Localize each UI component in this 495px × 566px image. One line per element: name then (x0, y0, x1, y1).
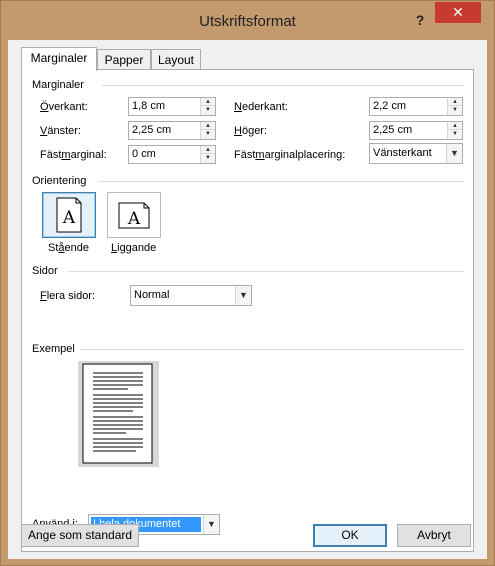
help-button[interactable]: ? (406, 10, 434, 30)
chevron-down-icon[interactable]: ▼ (203, 515, 219, 534)
multiple-pages-select[interactable]: Normal ▼ (130, 285, 252, 306)
spin-up-icon[interactable]: ▲ (448, 122, 462, 130)
section-divider (80, 349, 464, 350)
section-orientering-label: Orientering (32, 175, 87, 187)
bottom-margin-label: Nederkant: (234, 101, 288, 113)
title-bar[interactable]: Utskriftsformat ? ✕ (1, 1, 494, 41)
left-margin-label: Vänster: (40, 125, 81, 137)
right-margin-label: Höger: (234, 125, 268, 137)
section-exempel-label: Exempel (32, 343, 75, 355)
chevron-down-icon[interactable]: ▼ (235, 286, 251, 305)
tab-marginaler[interactable]: Marginaler (21, 47, 97, 71)
gutter-input[interactable]: 0 cm ▲ ▼ (128, 145, 216, 164)
gutter-position-label: Fästmarginalplacering: (234, 149, 346, 161)
landscape-button[interactable]: A (107, 192, 161, 238)
landscape-label[interactable]: Liggande (111, 242, 156, 254)
preview-frame (78, 361, 159, 467)
portrait-button[interactable]: A (42, 192, 96, 238)
bottom-margin-input[interactable]: 2,2 cm ▲ ▼ (369, 97, 463, 116)
top-margin-input[interactable]: 1,8 cm ▲ ▼ (128, 97, 216, 116)
section-divider (68, 271, 464, 272)
portrait-page-icon: A (56, 197, 82, 233)
spin-down-icon[interactable]: ▼ (201, 130, 215, 138)
page-preview-icon (82, 363, 153, 464)
tab-layout[interactable]: Layout (151, 49, 201, 71)
spin-down-icon[interactable]: ▼ (201, 154, 215, 162)
spin-up-icon[interactable]: ▲ (448, 98, 462, 106)
multiple-pages-label: Flera sidor: (40, 290, 96, 302)
left-margin-input[interactable]: 2,25 cm ▲ ▼ (128, 121, 216, 140)
svg-text:A: A (62, 208, 76, 228)
spin-up-icon[interactable]: ▲ (201, 122, 215, 130)
spin-down-icon[interactable]: ▼ (448, 130, 462, 138)
close-button[interactable]: ✕ (435, 2, 481, 23)
tab-papper[interactable]: Papper (97, 49, 151, 71)
close-icon: ✕ (452, 4, 464, 20)
spin-up-icon[interactable]: ▲ (201, 98, 215, 106)
tab-panel: Marginaler Överkant: 1,8 cm ▲ ▼ Nederkant… (21, 69, 474, 552)
portrait-label[interactable]: Stående (48, 242, 89, 254)
chevron-down-icon[interactable]: ▼ (446, 144, 462, 163)
spin-up-icon[interactable]: ▲ (201, 146, 215, 154)
right-margin-input[interactable]: 2,25 cm ▲ ▼ (369, 121, 463, 140)
dialog-window: Utskriftsformat ? ✕ Marginaler Papper La… (0, 0, 495, 566)
section-divider (98, 181, 464, 182)
landscape-page-icon: A (118, 202, 150, 229)
ok-button[interactable]: OK (313, 524, 387, 547)
dialog-client: Marginaler Papper Layout Marginaler Över… (8, 40, 487, 559)
section-marginaler-label: Marginaler (32, 79, 84, 91)
section-sidor-label: Sidor (32, 265, 58, 277)
set-as-default-button[interactable]: Ange som standard (21, 524, 139, 547)
spin-down-icon[interactable]: ▼ (201, 106, 215, 114)
top-margin-label: Överkant: (40, 101, 88, 113)
svg-text:A: A (127, 209, 141, 229)
gutter-label: Fästmarginal: (40, 149, 107, 161)
cancel-button[interactable]: Avbryt (397, 524, 471, 547)
section-divider (102, 85, 464, 86)
gutter-position-select[interactable]: Vänsterkant ▼ (369, 143, 463, 164)
spin-down-icon[interactable]: ▼ (448, 106, 462, 114)
